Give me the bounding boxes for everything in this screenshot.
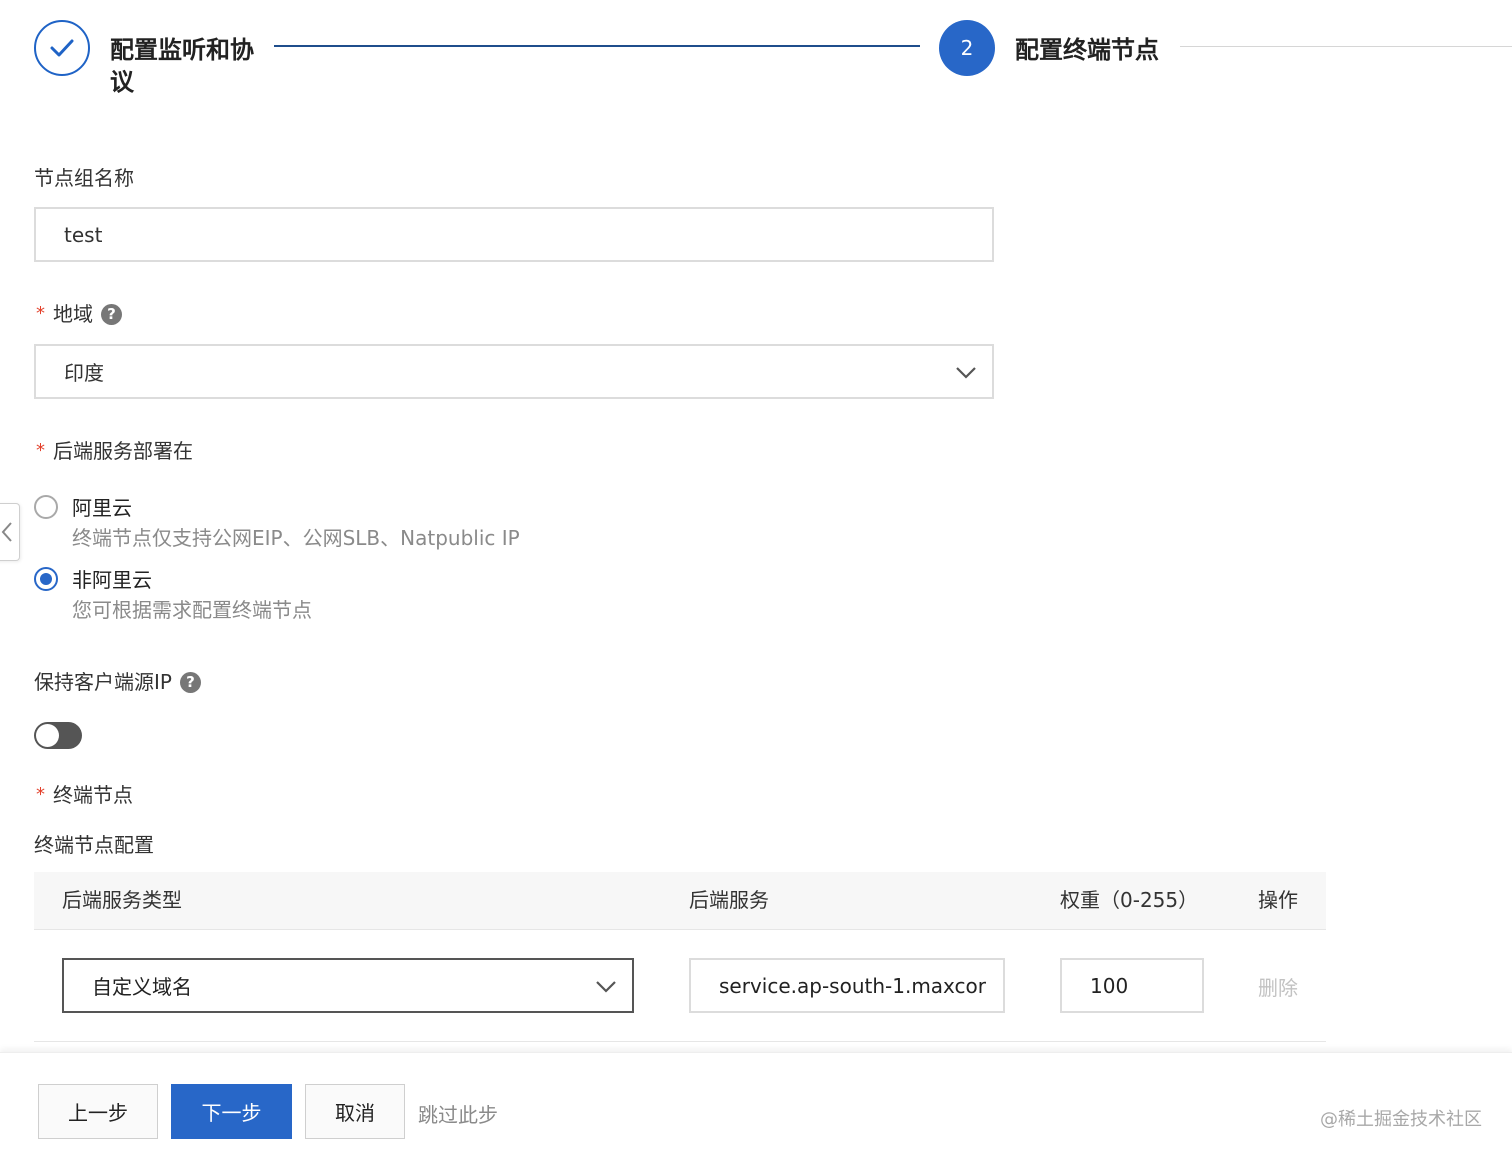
- step-2-title: 配置终端节点: [1015, 36, 1159, 64]
- next-step-button[interactable]: 下一步: [171, 1084, 292, 1139]
- endpoints-label: * 终端节点: [36, 783, 133, 807]
- cancel-button[interactable]: 取消: [305, 1084, 405, 1139]
- radio-aliyun-desc: 终端节点仅支持公网EIP、公网SLB、Natpublic IP: [72, 526, 520, 550]
- step-2-number: 2: [939, 20, 995, 76]
- radio-non-aliyun-desc: 您可根据需求配置终端节点: [72, 598, 312, 622]
- radio-button[interactable]: [34, 494, 58, 519]
- required-mark: *: [36, 303, 45, 324]
- chevron-down-icon: [596, 981, 616, 993]
- region-select[interactable]: 印度: [34, 344, 994, 399]
- backend-type-select[interactable]: 自定义域名: [62, 958, 634, 1013]
- footer-bar: 上一步 下一步 取消 跳过此步 @稀土掘金技术社区: [0, 1052, 1512, 1157]
- step-connector-pending: [1180, 46, 1512, 47]
- backend-location-label: * 后端服务部署在: [36, 439, 193, 463]
- backend-service-input[interactable]: service.ap-south-1.maxcor: [689, 958, 1005, 1013]
- region-label: * 地域 ?: [34, 300, 122, 328]
- step-done-icon: [34, 20, 90, 76]
- chevron-down-icon: [956, 367, 976, 379]
- skip-step-link[interactable]: 跳过此步: [418, 1099, 498, 1128]
- radio-aliyun[interactable]: 阿里云: [34, 492, 132, 521]
- question-icon[interactable]: ?: [101, 303, 122, 325]
- chevron-left-icon: [1, 522, 12, 542]
- required-mark: *: [36, 784, 45, 805]
- column-header: 后端服务: [689, 888, 769, 912]
- group-name-label: 节点组名称: [34, 166, 134, 190]
- column-header: 操作: [1258, 888, 1298, 912]
- prev-step-button[interactable]: 上一步: [38, 1084, 158, 1139]
- check-icon: [50, 39, 74, 57]
- toggle-knob: [36, 724, 59, 747]
- question-icon[interactable]: ?: [179, 671, 201, 693]
- step-connector-done: [274, 45, 920, 47]
- weight-input[interactable]: 100: [1060, 958, 1204, 1013]
- keep-client-ip-toggle[interactable]: [34, 722, 82, 749]
- required-mark: *: [36, 440, 45, 461]
- radio-non-aliyun[interactable]: 非阿里云: [34, 564, 152, 593]
- table-row: 自定义域名 service.ap-south-1.maxcor 100 删除: [34, 930, 1326, 1042]
- column-header: 权重（0-255）: [1060, 888, 1199, 912]
- watermark: @稀土掘金技术社区: [1320, 1109, 1482, 1130]
- column-header: 后端服务类型: [62, 888, 182, 912]
- step-1-title: 配置监听和协议: [110, 36, 254, 96]
- endpoints-config-label: 终端节点配置: [34, 833, 154, 857]
- sidebar-collapse-tab[interactable]: [0, 503, 20, 561]
- radio-button-checked[interactable]: [34, 566, 58, 591]
- keep-client-ip-label: 保持客户端源IP ?: [34, 668, 201, 696]
- endpoint-table-header: 后端服务类型 后端服务 权重（0-255） 操作: [34, 872, 1326, 930]
- delete-link[interactable]: 删除: [1258, 972, 1298, 1001]
- group-name-input[interactable]: test: [34, 207, 994, 262]
